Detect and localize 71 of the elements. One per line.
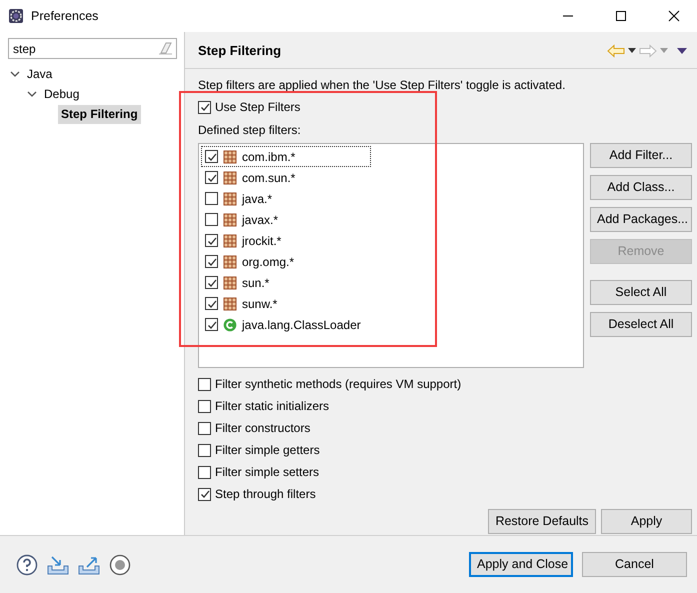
tree-item[interactable]: Java	[24, 64, 56, 84]
checkbox[interactable]	[205, 276, 218, 289]
filter-name[interactable]: sun.*	[242, 274, 270, 292]
checkbox-label: Step through filters	[215, 486, 316, 503]
restore-defaults-button[interactable]: Restore Defaults	[488, 509, 596, 534]
description-text: Step filters are applied when the 'Use Step Filters' toggle is activated.	[198, 77, 566, 94]
checkbox-label: Use Step Filters	[215, 99, 300, 116]
filter-name[interactable]: javax.*	[242, 210, 278, 228]
package-icon	[223, 296, 237, 310]
checkbox[interactable]	[205, 297, 218, 310]
package-icon	[223, 150, 237, 164]
checkbox-label: Filter simple getters	[215, 442, 320, 459]
action-button[interactable]: Add Filter...	[590, 143, 692, 168]
checkbox-label: Filter constructors	[215, 420, 310, 437]
checkbox[interactable]	[198, 378, 211, 390]
tree-item[interactable]: Debug	[41, 84, 82, 104]
package-icon	[223, 276, 237, 290]
checkbox-label: Filter synthetic methods (requires VM support)	[215, 376, 462, 393]
action-button[interactable]: Add Packages...	[590, 207, 692, 232]
filter-name[interactable]: jrockit.*	[242, 232, 282, 250]
action-button[interactable]: Deselect All	[590, 312, 692, 337]
filter-name[interactable]: org.omg.*	[242, 252, 294, 270]
back-arrow-icon	[607, 44, 625, 58]
package-icon	[223, 254, 237, 268]
checkbox[interactable]	[198, 488, 211, 500]
checkbox[interactable]	[205, 255, 218, 268]
filter-name[interactable]: com.sun.*	[242, 168, 296, 186]
close-icon[interactable]	[668, 10, 680, 22]
checkbox-label: Filter static initializers	[215, 398, 330, 415]
record-icon	[109, 554, 131, 576]
checkbox[interactable]	[205, 234, 218, 247]
filter-name[interactable]: java.*	[242, 190, 272, 208]
checkbox[interactable]	[205, 171, 218, 184]
chevron-down-icon[interactable]	[27, 89, 37, 99]
forward-arrow-icon	[639, 44, 657, 58]
help-icon	[16, 554, 38, 576]
package-icon	[223, 212, 237, 226]
checkbox[interactable]	[198, 422, 211, 434]
chevron-down-icon[interactable]	[10, 69, 20, 79]
action-button[interactable]: Select All	[590, 280, 692, 305]
import-icon	[47, 554, 69, 576]
dropdown-icon	[660, 48, 668, 54]
dropdown-icon	[628, 48, 636, 54]
action-button[interactable]: Add Class...	[590, 175, 692, 200]
package-icon	[223, 192, 237, 206]
checkbox[interactable]	[205, 213, 218, 226]
tree-item[interactable]: Step Filtering	[58, 104, 141, 124]
checkbox[interactable]	[198, 444, 211, 456]
package-icon	[223, 234, 237, 248]
section-label: Defined step filters:	[198, 122, 302, 139]
maximize-icon[interactable]	[615, 10, 627, 22]
checkbox[interactable]	[198, 466, 211, 478]
search-field[interactable]: step	[8, 38, 177, 59]
filter-name[interactable]: sunw.*	[242, 294, 278, 312]
apply-button[interactable]: Apply	[601, 509, 692, 534]
dialog-button[interactable]: Apply and Close	[469, 552, 573, 577]
filter-name[interactable]: java.lang.ClassLoader	[242, 316, 361, 334]
class-icon	[223, 318, 237, 332]
dialog-button[interactable]: Cancel	[582, 552, 687, 577]
checkbox[interactable]	[205, 150, 218, 163]
checkbox-label: Filter simple setters	[215, 464, 320, 481]
checkbox[interactable]	[205, 318, 218, 331]
checkbox[interactable]	[205, 192, 218, 205]
menu-icon	[677, 48, 687, 54]
window-title: Preferences	[31, 8, 100, 25]
package-icon	[223, 170, 237, 184]
eraser-icon	[157, 41, 173, 55]
checkbox[interactable]	[198, 100, 211, 114]
page-title: Step Filtering	[198, 42, 282, 60]
checkbox[interactable]	[198, 400, 211, 412]
app-icon	[8, 8, 24, 24]
